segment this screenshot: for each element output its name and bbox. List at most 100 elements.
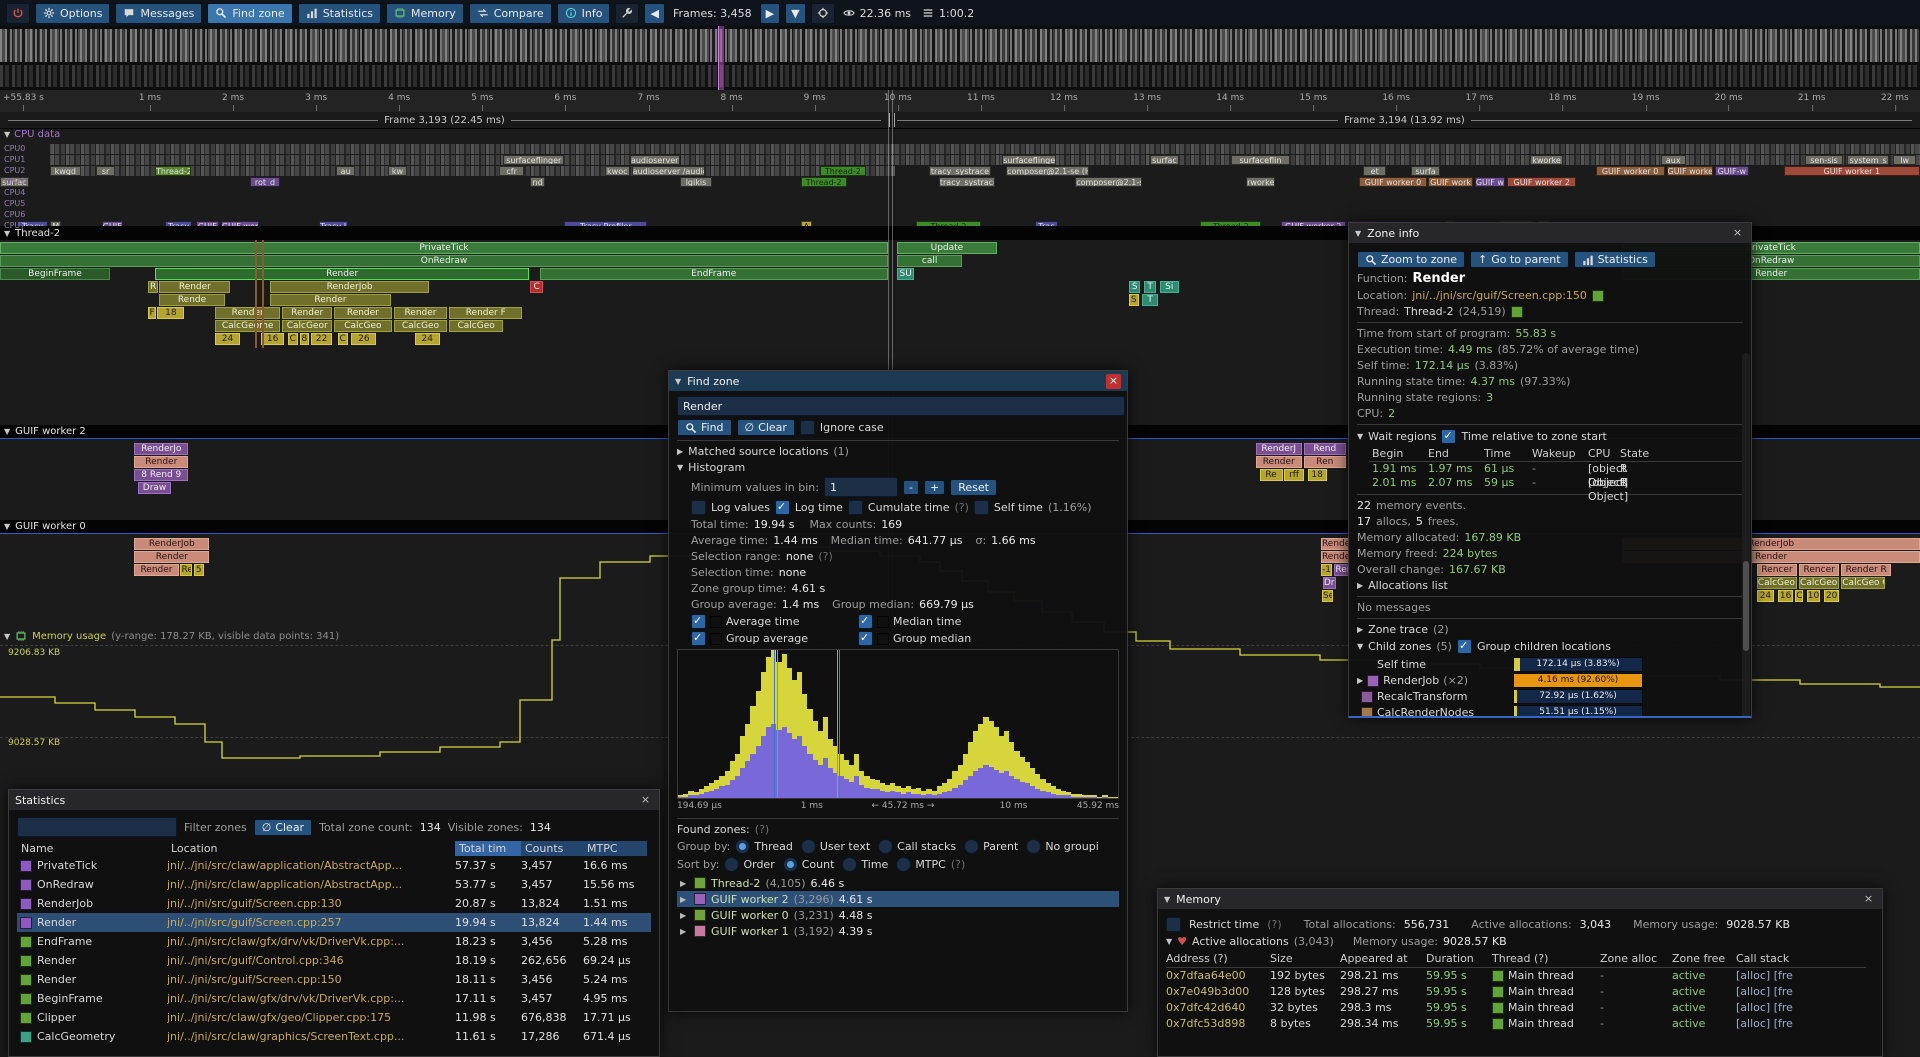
collapse-arrow-icon[interactable]: ▼ bbox=[1357, 432, 1363, 441]
timeline-zone[interactable]: Dra bbox=[1323, 577, 1336, 589]
cpu-zone-segment[interactable]: kwgd bbox=[50, 166, 81, 176]
statistics-row[interactable]: OnRedraw jni/../jni/src/claw/application… bbox=[17, 875, 651, 894]
timeline-zone[interactable]: EndFrame bbox=[540, 268, 888, 280]
help-marker[interactable]: (?) bbox=[1267, 918, 1281, 931]
collapse-arrow-icon[interactable]: ▼ bbox=[4, 130, 10, 139]
statistics-row[interactable]: EndFrame jni/../jni/src/claw/gfx/drv/vk/… bbox=[17, 932, 651, 951]
timeline-zone[interactable]: Render bbox=[134, 456, 188, 468]
timeline-zone[interactable]: Rend bbox=[1304, 443, 1346, 455]
timeline-zone[interactable]: C bbox=[1795, 590, 1803, 602]
child-zone-row[interactable]: Self time 172.14 µs (3.83%) bbox=[1357, 657, 1743, 672]
cpu-zone-segment[interactable]: lw bbox=[1893, 155, 1916, 165]
legend-item[interactable]: Group median bbox=[858, 631, 1013, 646]
radio-icon[interactable] bbox=[878, 839, 893, 854]
timeline-zone[interactable]: Rencer bbox=[1757, 564, 1797, 576]
log-values-checkbox[interactable] bbox=[691, 500, 706, 515]
timeline-zone[interactable]: 24 bbox=[415, 333, 440, 345]
timeline-zone[interactable]: Render bbox=[334, 307, 392, 319]
timeline-zone[interactable]: CalcGeo bbox=[449, 320, 503, 332]
legend-checkbox[interactable] bbox=[858, 614, 873, 629]
clear-button[interactable]: ∅Clear bbox=[737, 419, 795, 436]
radio-icon[interactable] bbox=[735, 839, 750, 854]
alloc-callstack-link[interactable]: [alloc] bbox=[1736, 1017, 1770, 1030]
alloc-callstack-link[interactable]: [alloc] bbox=[1736, 1001, 1770, 1014]
find-zone-button[interactable]: Find zone bbox=[207, 3, 292, 24]
sort-by-radio[interactable]: Order bbox=[724, 857, 774, 872]
timeline-zone[interactable]: Render bbox=[1256, 456, 1302, 468]
alloc-callstack-link[interactable]: [alloc] bbox=[1736, 969, 1770, 982]
timeline-zone[interactable]: RenderJ bbox=[1256, 443, 1302, 455]
timeline-zone[interactable]: Ren bbox=[1304, 456, 1346, 468]
options-button[interactable]: Options bbox=[35, 3, 110, 24]
cpu-zone-segment[interactable]: GUIF worker 1 bbox=[1784, 166, 1920, 176]
timeline-zone[interactable]: Re bbox=[1260, 469, 1283, 481]
statistics-button[interactable]: Statistics bbox=[298, 3, 381, 24]
cpu-zone-segment[interactable]: GUIF worker 2 bbox=[1507, 177, 1576, 187]
messages-button[interactable]: Messages bbox=[115, 3, 202, 24]
timeline-zone[interactable]: Render bbox=[282, 307, 332, 319]
help-marker[interactable]: (?) bbox=[818, 550, 832, 563]
statistics-row[interactable]: CalcGeometry jni/../jni/src/claw/graphic… bbox=[17, 1027, 651, 1046]
allocation-row[interactable]: 0x7dfc53d898 8 bytes 298.34 ms 59.95 s M… bbox=[1166, 1016, 1874, 1032]
frame-overview-strip[interactable] bbox=[0, 26, 1920, 90]
cpu-zone-segment[interactable]: lgikis bbox=[680, 177, 713, 187]
timeline-zone[interactable]: OnRedraw bbox=[0, 255, 888, 267]
location-value[interactable]: jni/../jni/src/guif/Screen.cpp:150 bbox=[1412, 289, 1587, 302]
timeline-zone[interactable]: Update bbox=[897, 242, 997, 254]
radio-icon[interactable] bbox=[724, 857, 739, 872]
cpu-zone-segment[interactable]: GUIF w bbox=[1475, 177, 1506, 187]
help-marker[interactable]: (?) bbox=[951, 858, 965, 871]
cpu-zone-segment[interactable]: sr bbox=[96, 166, 115, 176]
timeline-zone[interactable]: Render bbox=[134, 551, 209, 563]
collapse-arrow-icon[interactable]: ▼ bbox=[4, 632, 10, 641]
zone-statistics-button[interactable]: Statistics bbox=[1574, 251, 1656, 268]
legend-item[interactable]: Group average bbox=[691, 631, 846, 646]
cpu-zone-segment[interactable]: tracy_systrace bbox=[929, 166, 990, 176]
allocation-address[interactable]: 0x7dfc42d640 bbox=[1166, 1000, 1270, 1016]
timeline-zone[interactable]: Render bbox=[394, 307, 448, 319]
sort-by-radio[interactable]: Time bbox=[842, 857, 888, 872]
power-button[interactable] bbox=[6, 3, 30, 24]
frame-marker[interactable]: Frame 3,194 (13.92 ms) bbox=[897, 112, 1912, 128]
legend-item[interactable]: Average time bbox=[691, 614, 846, 629]
close-icon[interactable]: × bbox=[1106, 374, 1121, 389]
column-header-thread[interactable]: Thread (?) bbox=[1492, 951, 1600, 968]
child-zone-row[interactable]: CalcRenderNodes 51.51 µs (1.15%) bbox=[1357, 705, 1743, 716]
allocation-row[interactable]: 0x7dfc42d640 32 bytes 298.3 ms 59.95 s M… bbox=[1166, 1000, 1874, 1016]
timeline-zone[interactable]: RenderJob bbox=[134, 538, 209, 550]
scrollbar-thumb[interactable] bbox=[1743, 561, 1749, 651]
help-marker[interactable]: (?) bbox=[955, 501, 969, 514]
timeline-zone[interactable]: 24 bbox=[1757, 590, 1774, 602]
cpu-zone-segment[interactable]: et bbox=[1363, 166, 1386, 176]
statistics-titlebar[interactable]: Statistics × bbox=[9, 790, 659, 810]
statistics-row[interactable]: Render jni/../jni/src/guif/Screen.cpp:15… bbox=[17, 970, 651, 989]
timeline-zone[interactable]: PrivateTick bbox=[0, 242, 888, 254]
cpu-data-header[interactable]: ▼CPU data bbox=[4, 129, 60, 140]
expand-arrow-icon[interactable]: ▶ bbox=[680, 879, 689, 888]
timeline-zone[interactable]: 10 bbox=[1807, 590, 1820, 602]
column-header[interactable]: End bbox=[1425, 447, 1481, 461]
timeline-zone[interactable]: CalcGeor bbox=[282, 320, 332, 332]
cpu-zone-segment[interactable]: aux bbox=[1661, 155, 1686, 165]
log-time-checkbox[interactable] bbox=[775, 500, 790, 515]
collapse-arrow-icon[interactable]: ▼ bbox=[675, 377, 681, 386]
memory-button[interactable]: Memory bbox=[386, 3, 464, 24]
radio-icon[interactable] bbox=[801, 839, 816, 854]
min-bin-increment-button[interactable]: + bbox=[924, 480, 945, 495]
timeline-zone[interactable]: -17 bbox=[1321, 564, 1333, 576]
expand-arrow-icon[interactable]: ▶ bbox=[677, 447, 683, 456]
collapse-arrow-icon[interactable]: ▼ bbox=[1357, 642, 1363, 651]
cpu-zone-segment[interactable]: kwoc bbox=[605, 166, 630, 176]
timeline-zone[interactable]: 20 bbox=[1824, 590, 1839, 602]
cpu-zone-segment[interactable]: Thread-2 bbox=[820, 166, 866, 176]
cpu-zone-segment[interactable]: surfaceflin bbox=[1231, 155, 1291, 165]
statistics-row[interactable]: Render jni/../jni/src/guif/Screen.cpp:25… bbox=[17, 913, 651, 932]
legend-item[interactable]: Median time bbox=[858, 614, 1013, 629]
statistics-row[interactable]: Render jni/../jni/src/guif/Control.cpp:3… bbox=[17, 951, 651, 970]
prev-frame-button[interactable]: ◀ bbox=[644, 3, 664, 24]
time-histogram[interactable] bbox=[677, 649, 1119, 799]
column-header[interactable]: Wakeup bbox=[1529, 447, 1585, 461]
timeline-zone[interactable]: 16 bbox=[1778, 590, 1793, 602]
timeline-zone[interactable]: T bbox=[1144, 281, 1156, 293]
timeline-zone[interactable]: Si bbox=[1160, 281, 1179, 293]
